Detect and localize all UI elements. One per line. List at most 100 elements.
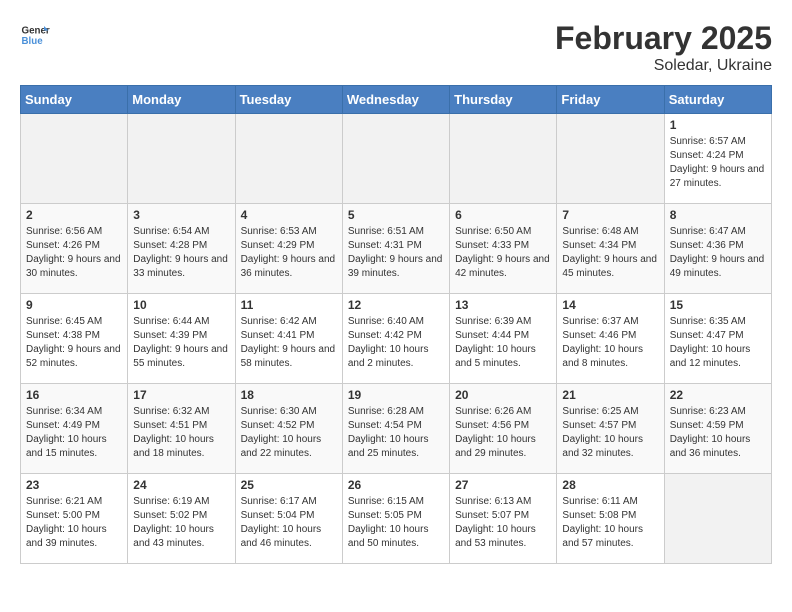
day-number: 10	[133, 298, 229, 312]
svg-text:Blue: Blue	[22, 36, 44, 47]
day-number: 8	[670, 208, 766, 222]
day-info: Sunrise: 6:57 AM Sunset: 4:24 PM Dayligh…	[670, 135, 766, 191]
day-info: Sunrise: 6:35 AM Sunset: 4:47 PM Dayligh…	[670, 315, 766, 371]
day-number: 20	[455, 388, 551, 402]
day-info: Sunrise: 6:26 AM Sunset: 4:56 PM Dayligh…	[455, 405, 551, 461]
day-info: Sunrise: 6:28 AM Sunset: 4:54 PM Dayligh…	[348, 405, 444, 461]
calendar-cell	[342, 114, 449, 204]
week-row-4: 16 Sunrise: 6:34 AM Sunset: 4:49 PM Dayli…	[21, 384, 772, 474]
calendar-cell: 6 Sunrise: 6:50 AM Sunset: 4:33 PM Daylig…	[450, 204, 557, 294]
calendar-cell	[450, 114, 557, 204]
day-number: 13	[455, 298, 551, 312]
week-row-2: 2 Sunrise: 6:56 AM Sunset: 4:26 PM Daylig…	[21, 204, 772, 294]
week-row-5: 23Sunrise: 6:21 AM Sunset: 5:00 PM Dayli…	[21, 474, 772, 564]
day-number: 5	[348, 208, 444, 222]
day-info: Sunrise: 6:56 AM Sunset: 4:26 PM Dayligh…	[26, 225, 122, 281]
day-number: 28	[562, 478, 658, 492]
day-number: 2	[26, 208, 122, 222]
day-info: Sunrise: 6:11 AM Sunset: 5:08 PM Dayligh…	[562, 495, 658, 551]
title-block: February 2025 Soledar, Ukraine	[555, 20, 772, 75]
day-info: Sunrise: 6:53 AM Sunset: 4:29 PM Dayligh…	[241, 225, 337, 281]
day-number: 1	[670, 118, 766, 132]
calendar-cell: 1 Sunrise: 6:57 AM Sunset: 4:24 PM Daylig…	[664, 114, 771, 204]
day-number: 25	[241, 478, 337, 492]
calendar-cell	[128, 114, 235, 204]
day-number: 19	[348, 388, 444, 402]
day-number: 22	[670, 388, 766, 402]
day-number: 26	[348, 478, 444, 492]
day-info: Sunrise: 6:23 AM Sunset: 4:59 PM Dayligh…	[670, 405, 766, 461]
week-row-1: 1 Sunrise: 6:57 AM Sunset: 4:24 PM Daylig…	[21, 114, 772, 204]
day-info: Sunrise: 6:13 AM Sunset: 5:07 PM Dayligh…	[455, 495, 551, 551]
day-info: Sunrise: 6:51 AM Sunset: 4:31 PM Dayligh…	[348, 225, 444, 281]
day-info: Sunrise: 6:37 AM Sunset: 4:46 PM Dayligh…	[562, 315, 658, 371]
header-tuesday: Tuesday	[235, 86, 342, 114]
day-info: Sunrise: 6:45 AM Sunset: 4:38 PM Dayligh…	[26, 315, 122, 371]
calendar-cell	[235, 114, 342, 204]
page-header: General Blue February 2025 Soledar, Ukra…	[20, 20, 772, 75]
day-number: 11	[241, 298, 337, 312]
day-number: 27	[455, 478, 551, 492]
calendar-cell: 12 Sunrise: 6:40 AM Sunset: 4:42 PM Dayli…	[342, 294, 449, 384]
calendar-cell: 20 Sunrise: 6:26 AM Sunset: 4:56 PM Dayli…	[450, 384, 557, 474]
day-number: 21	[562, 388, 658, 402]
calendar-table: SundayMondayTuesdayWednesdayThursdayFrid…	[20, 85, 772, 564]
calendar-cell: 4 Sunrise: 6:53 AM Sunset: 4:29 PM Daylig…	[235, 204, 342, 294]
day-info: Sunrise: 6:40 AM Sunset: 4:42 PM Dayligh…	[348, 315, 444, 371]
calendar-cell	[664, 474, 771, 564]
day-number: 18	[241, 388, 337, 402]
calendar-cell: 16 Sunrise: 6:34 AM Sunset: 4:49 PM Dayli…	[21, 384, 128, 474]
day-number: 17	[133, 388, 229, 402]
day-info: Sunrise: 6:44 AM Sunset: 4:39 PM Dayligh…	[133, 315, 229, 371]
calendar-cell: 9 Sunrise: 6:45 AM Sunset: 4:38 PM Daylig…	[21, 294, 128, 384]
day-info: Sunrise: 6:30 AM Sunset: 4:52 PM Dayligh…	[241, 405, 337, 461]
calendar-cell: 3Sunrise: 6:54 AM Sunset: 4:28 PM Daylig…	[128, 204, 235, 294]
calendar-cell: 27 Sunrise: 6:13 AM Sunset: 5:07 PM Dayli…	[450, 474, 557, 564]
day-number: 14	[562, 298, 658, 312]
calendar-cell: 17 Sunrise: 6:32 AM Sunset: 4:51 PM Dayli…	[128, 384, 235, 474]
day-info: Sunrise: 6:50 AM Sunset: 4:33 PM Dayligh…	[455, 225, 551, 281]
day-info: Sunrise: 6:34 AM Sunset: 4:49 PM Dayligh…	[26, 405, 122, 461]
calendar-cell: 5 Sunrise: 6:51 AM Sunset: 4:31 PM Daylig…	[342, 204, 449, 294]
calendar-cell	[557, 114, 664, 204]
calendar-cell: 7 Sunrise: 6:48 AM Sunset: 4:34 PM Daylig…	[557, 204, 664, 294]
header-wednesday: Wednesday	[342, 86, 449, 114]
day-number: 6	[455, 208, 551, 222]
day-number: 12	[348, 298, 444, 312]
calendar-cell: 21 Sunrise: 6:25 AM Sunset: 4:57 PM Dayli…	[557, 384, 664, 474]
day-info: Sunrise: 6:42 AM Sunset: 4:41 PM Dayligh…	[241, 315, 337, 371]
calendar-cell: 28 Sunrise: 6:11 AM Sunset: 5:08 PM Dayli…	[557, 474, 664, 564]
calendar-cell: 23Sunrise: 6:21 AM Sunset: 5:00 PM Dayli…	[21, 474, 128, 564]
day-info: Sunrise: 6:47 AM Sunset: 4:36 PM Dayligh…	[670, 225, 766, 281]
day-number: 7	[562, 208, 658, 222]
day-info: Sunrise: 6:32 AM Sunset: 4:51 PM Dayligh…	[133, 405, 229, 461]
page-title: February 2025	[555, 20, 772, 57]
day-number: 9	[26, 298, 122, 312]
calendar-cell: 24 Sunrise: 6:19 AM Sunset: 5:02 PM Dayli…	[128, 474, 235, 564]
header-monday: Monday	[128, 86, 235, 114]
header-thursday: Thursday	[450, 86, 557, 114]
day-number: 4	[241, 208, 337, 222]
logo-icon: General Blue	[20, 20, 50, 50]
calendar-cell: 14 Sunrise: 6:37 AM Sunset: 4:46 PM Dayli…	[557, 294, 664, 384]
day-number: 3	[133, 208, 229, 222]
day-info: Sunrise: 6:25 AM Sunset: 4:57 PM Dayligh…	[562, 405, 658, 461]
calendar-cell: 8 Sunrise: 6:47 AM Sunset: 4:36 PM Daylig…	[664, 204, 771, 294]
calendar-cell: 19 Sunrise: 6:28 AM Sunset: 4:54 PM Dayli…	[342, 384, 449, 474]
header-saturday: Saturday	[664, 86, 771, 114]
day-info: Sunrise: 6:39 AM Sunset: 4:44 PM Dayligh…	[455, 315, 551, 371]
calendar-cell: 22 Sunrise: 6:23 AM Sunset: 4:59 PM Dayli…	[664, 384, 771, 474]
day-number: 24	[133, 478, 229, 492]
calendar-cell: 25 Sunrise: 6:17 AM Sunset: 5:04 PM Dayli…	[235, 474, 342, 564]
calendar-cell: 26Sunrise: 6:15 AM Sunset: 5:05 PM Dayli…	[342, 474, 449, 564]
day-info: Sunrise: 6:48 AM Sunset: 4:34 PM Dayligh…	[562, 225, 658, 281]
calendar-cell: 18 Sunrise: 6:30 AM Sunset: 4:52 PM Dayli…	[235, 384, 342, 474]
day-info: Sunrise: 6:17 AM Sunset: 5:04 PM Dayligh…	[241, 495, 337, 551]
calendar-cell: 15Sunrise: 6:35 AM Sunset: 4:47 PM Dayli…	[664, 294, 771, 384]
calendar-cell: 10 Sunrise: 6:44 AM Sunset: 4:39 PM Dayli…	[128, 294, 235, 384]
day-info: Sunrise: 6:19 AM Sunset: 5:02 PM Dayligh…	[133, 495, 229, 551]
day-number: 16	[26, 388, 122, 402]
week-row-3: 9 Sunrise: 6:45 AM Sunset: 4:38 PM Daylig…	[21, 294, 772, 384]
day-number: 23	[26, 478, 122, 492]
header-row: SundayMondayTuesdayWednesdayThursdayFrid…	[21, 86, 772, 114]
